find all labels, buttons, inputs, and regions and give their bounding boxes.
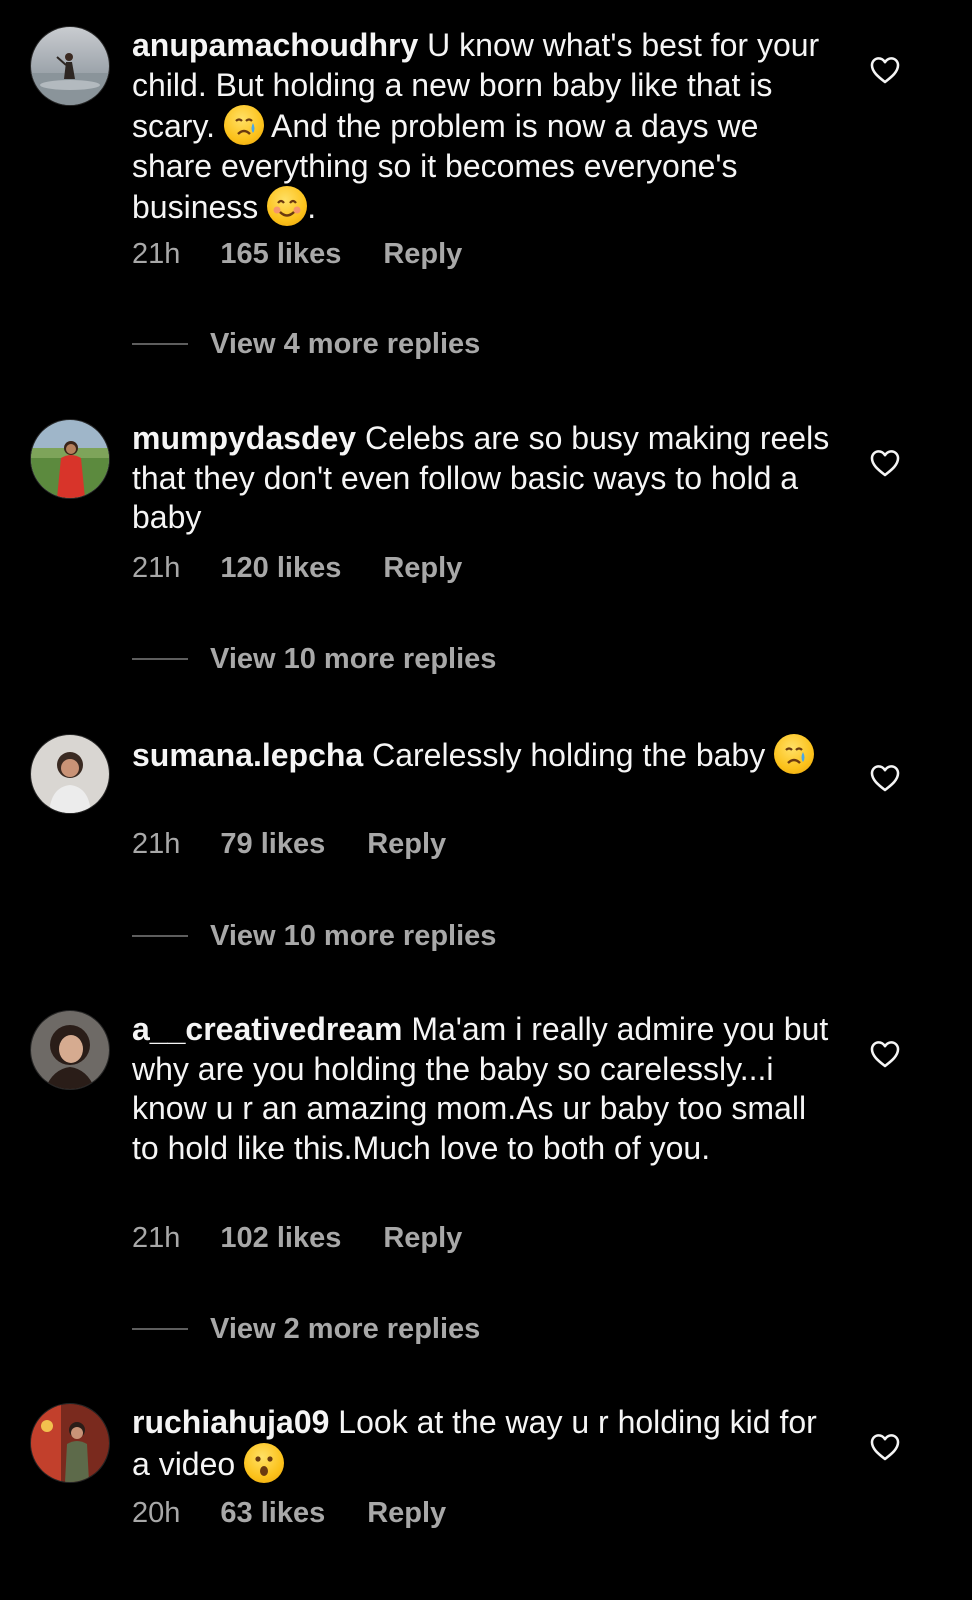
avatar[interactable] [30,1403,110,1483]
comment-body: Carelessly holding the baby [372,737,766,773]
like-heart-icon[interactable] [868,1037,902,1071]
comment-username[interactable]: mumpydasdey [132,420,356,456]
reply-button[interactable]: Reply [383,238,462,271]
comment-username[interactable]: a__creativedream [132,1011,402,1047]
like-heart-icon[interactable] [868,1430,902,1464]
comment-meta: 21h 102 likes Reply [132,1222,462,1255]
surprised-face-icon [244,1442,285,1483]
like-heart-icon[interactable] [868,53,902,87]
replies-divider [132,935,188,937]
comment-likes[interactable]: 165 likes [220,238,341,271]
comment-time: 21h [132,552,181,584]
avatar[interactable] [30,1010,110,1090]
smiling-face-icon [267,186,308,226]
view-more-replies-button[interactable]: View 4 more replies [132,326,480,362]
replies-divider [132,343,188,345]
comment-meta: 20h 63 likes Reply [132,1497,446,1530]
comment-meta: 21h 165 likes Reply [132,238,462,271]
reply-button[interactable]: Reply [383,552,462,585]
comment-body: . [307,189,317,225]
comment-username[interactable]: sumana.lepcha [132,737,363,773]
comment-username[interactable]: anupamachoudhry [132,27,418,63]
comment-time: 21h [132,1222,181,1254]
view-more-replies-button[interactable]: View 10 more replies [132,641,496,677]
crying-face-icon [223,105,264,145]
comment-text: mumpydasdey Celebs are so busy making re… [132,419,832,538]
reply-button[interactable]: Reply [367,828,446,861]
like-heart-icon[interactable] [868,446,902,480]
comment-likes[interactable]: 120 likes [220,552,341,585]
view-replies-label: View 10 more replies [210,642,497,675]
replies-divider [132,1328,188,1330]
avatar[interactable] [30,419,110,499]
crying-face-icon [774,734,815,774]
comment-likes[interactable]: 102 likes [220,1222,341,1255]
comment-text: ruchiahuja09 Look at the way u r holding… [132,1403,832,1484]
comment-text: anupamachoudhry U know what's best for y… [132,26,832,228]
view-replies-label: View 4 more replies [210,327,481,360]
comment-likes[interactable]: 63 likes [220,1497,325,1530]
replies-divider [132,658,188,660]
comment-text: sumana.lepcha Carelessly holding the bab… [132,734,832,776]
comment-meta: 21h 120 likes Reply [132,552,462,585]
like-heart-icon[interactable] [868,761,902,795]
avatar[interactable] [30,734,110,814]
avatar[interactable] [30,26,110,106]
reply-button[interactable]: Reply [383,1222,462,1255]
view-replies-label: View 10 more replies [210,919,497,952]
comment-username[interactable]: ruchiahuja09 [132,1404,329,1440]
comments-feed: anupamachoudhry U know what's best for y… [0,0,972,1600]
comment-likes[interactable]: 79 likes [220,828,325,861]
view-replies-label: View 2 more replies [210,1312,481,1345]
view-more-replies-button[interactable]: View 10 more replies [132,918,496,954]
comment-meta: 21h 79 likes Reply [132,828,446,861]
reply-button[interactable]: Reply [367,1497,446,1530]
comment-text: a__creativedream Ma'am i really admire y… [132,1010,832,1168]
comment-time: 20h [132,1497,181,1529]
comment-time: 21h [132,238,181,270]
view-more-replies-button[interactable]: View 2 more replies [132,1311,480,1347]
comment-time: 21h [132,828,181,860]
